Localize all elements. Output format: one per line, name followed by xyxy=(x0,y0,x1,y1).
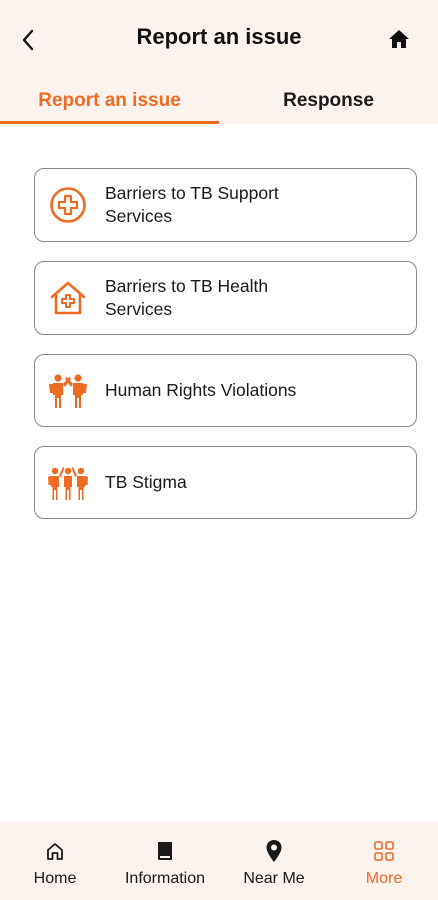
page-title: Report an issue xyxy=(136,24,302,49)
home-outline-icon xyxy=(45,838,65,864)
nav-label: Near Me xyxy=(243,870,305,887)
issue-label: Barriers to TB Support Services xyxy=(105,183,279,226)
nav-label: More xyxy=(365,870,403,887)
app-header: Report an issue Report an issue Response xyxy=(0,0,438,124)
nav-label: Home xyxy=(33,870,77,887)
nav-near-me[interactable]: Near Me xyxy=(232,822,316,900)
nav-home[interactable]: Home xyxy=(10,822,100,900)
health-house-icon xyxy=(47,277,89,319)
nav-label: Information xyxy=(124,870,206,887)
home-button[interactable] xyxy=(384,24,414,54)
issue-label: Barriers to TB Health Services xyxy=(105,276,269,319)
issue-card-human-rights[interactable]: Human Rights Violations xyxy=(34,354,417,427)
tab-response[interactable]: Response xyxy=(219,78,438,124)
tab-report-an-issue[interactable]: Report an issue xyxy=(0,78,219,124)
issue-card-health-services[interactable]: Barriers to TB Health Services xyxy=(34,261,417,335)
book-icon xyxy=(156,838,174,864)
group-people-icon xyxy=(47,462,89,504)
people-raised-hand-icon xyxy=(47,370,89,412)
active-tab-indicator xyxy=(0,121,219,124)
issue-label: Human Rights Violations xyxy=(105,380,297,400)
nav-more[interactable]: More xyxy=(344,822,424,900)
issue-label: TB Stigma xyxy=(105,472,187,492)
issue-card-support-services[interactable]: Barriers to TB Support Services xyxy=(34,168,417,242)
home-icon xyxy=(389,30,409,48)
bottom-navigation: Home Information Near Me More xyxy=(0,822,438,900)
tab-bar: Report an issue Response xyxy=(0,78,438,124)
location-pin-icon xyxy=(265,838,283,864)
nav-information[interactable]: Information xyxy=(112,822,218,900)
medical-cross-circle-icon xyxy=(47,184,89,226)
top-bar: Report an issue xyxy=(0,0,438,78)
issue-card-tb-stigma[interactable]: TB Stigma xyxy=(34,446,417,519)
grid-icon xyxy=(373,838,395,864)
